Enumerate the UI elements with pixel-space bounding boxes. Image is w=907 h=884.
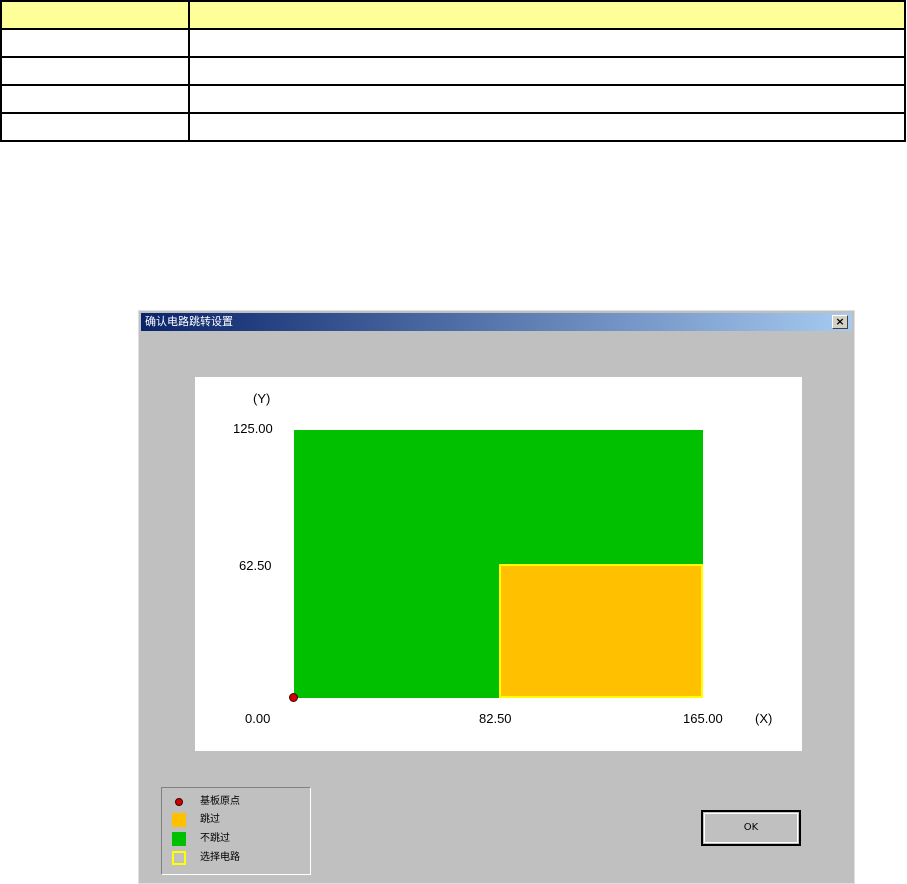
dialog-title: 确认电路跳转设置 [145, 315, 233, 328]
table-row [0, 28, 906, 58]
red-dot-icon [175, 798, 183, 806]
x-tick-label: 165.00 [683, 711, 723, 726]
table-cell [0, 0, 190, 30]
table-cell [188, 28, 906, 58]
x-tick-label: 0.00 [245, 711, 271, 726]
table-cell [188, 56, 906, 86]
y-tick-label: 62.50 [239, 558, 272, 573]
legend-label: 基板原点 [200, 796, 240, 807]
table-cell [0, 112, 190, 142]
skip-region[interactable] [498, 564, 703, 698]
circuit-skip-dialog: 确认电路跳转设置 × (Y) 125.00 62.50 0.00 82.50 1… [138, 310, 855, 884]
close-icon: × [835, 315, 845, 328]
orange-square-icon [172, 813, 186, 827]
y-tick-label: 125.00 [233, 421, 273, 436]
green-square-icon [172, 832, 186, 846]
legend-label: 不跳过 [200, 833, 230, 844]
table-row [0, 56, 906, 86]
table-cell [188, 84, 906, 114]
close-button[interactable]: × [832, 315, 848, 329]
table-row [0, 112, 906, 142]
table-row [0, 84, 906, 114]
legend-label: 跳过 [200, 814, 220, 825]
table-cell [0, 84, 190, 114]
header-table [0, 0, 906, 142]
board-plot: (Y) 125.00 62.50 0.00 82.50 165.00 (X) [195, 377, 802, 751]
table-row [0, 0, 906, 30]
table-cell [0, 28, 190, 58]
x-axis-label: (X) [755, 711, 773, 726]
legend-label: 选择电路 [200, 852, 240, 863]
ok-button[interactable]: OK [701, 810, 801, 846]
table-cell [0, 56, 190, 86]
legend: 基板原点 跳过 不跳过 选择电路 [161, 787, 311, 875]
board-origin-marker [289, 693, 298, 702]
y-axis-label: (Y) [253, 391, 271, 406]
table-cell [188, 0, 906, 30]
yellow-outline-icon [172, 851, 186, 865]
x-tick-label: 82.50 [479, 711, 512, 726]
table-cell [188, 112, 906, 142]
title-bar[interactable]: 确认电路跳转设置 × [141, 313, 852, 331]
